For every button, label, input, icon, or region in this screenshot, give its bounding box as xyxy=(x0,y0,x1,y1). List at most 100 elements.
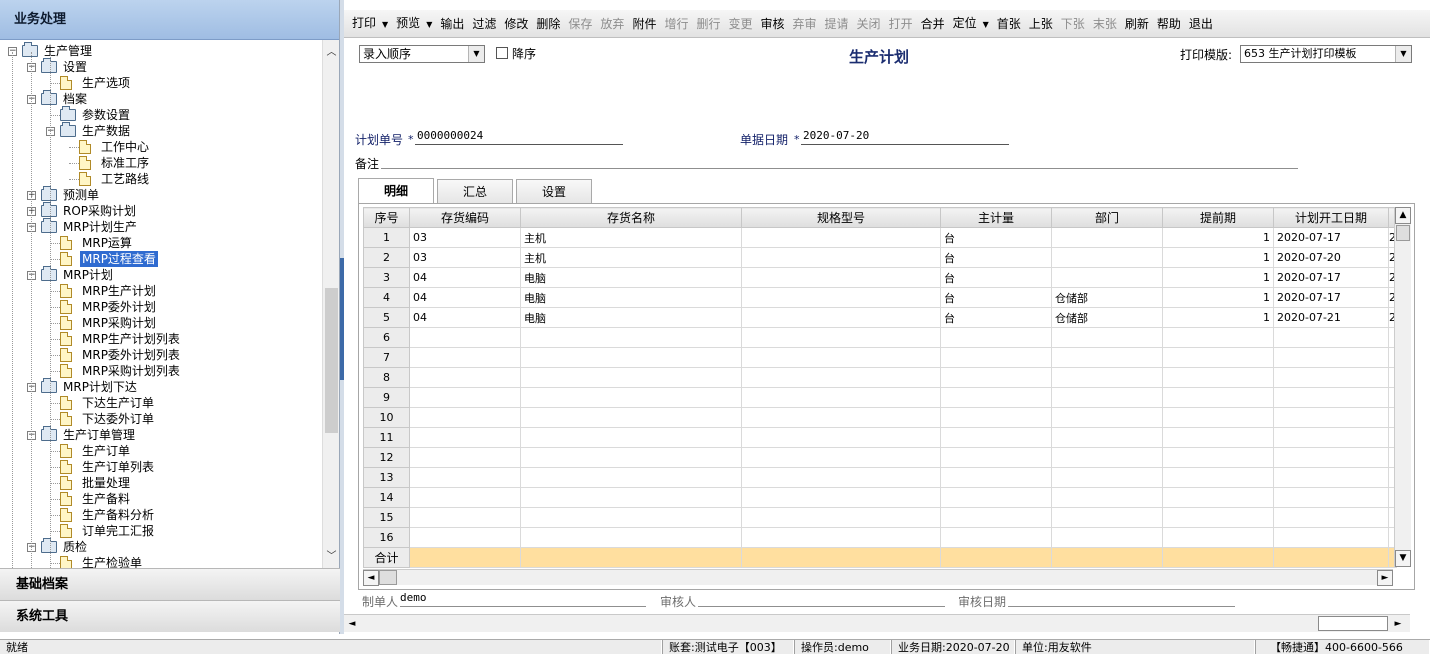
table-cell[interactable] xyxy=(741,387,941,408)
nav-system-tools[interactable]: 系统工具 xyxy=(0,600,340,632)
tree-node[interactable]: − 生产数据 xyxy=(0,122,322,139)
scroll-right-icon[interactable]: ► xyxy=(1377,570,1393,586)
save-button[interactable]: 保存 xyxy=(564,10,596,38)
table-cell[interactable]: 电脑 xyxy=(520,267,742,288)
table-cell[interactable]: 2020-07-17 xyxy=(1273,227,1389,248)
table-cell[interactable] xyxy=(520,347,742,368)
table-cell[interactable]: 2020-07-17 xyxy=(1273,267,1389,288)
tree-node-label[interactable]: 批量处理 xyxy=(80,475,132,491)
table-cell[interactable] xyxy=(1051,447,1163,468)
table-row[interactable]: 4 04 电脑台仓储部 1 2020-07-17 2 xyxy=(363,287,1397,308)
table-cell[interactable] xyxy=(741,467,941,488)
tree-node[interactable]: 下达生产订单 xyxy=(0,395,322,411)
add-row-button[interactable]: 增行 xyxy=(660,10,692,38)
tree-node[interactable]: MRP采购计划 xyxy=(0,315,322,331)
table-cell[interactable] xyxy=(940,347,1052,368)
table-row[interactable]: 8 xyxy=(363,367,1397,388)
tree-node-label[interactable]: 生产订单列表 xyxy=(80,459,156,475)
audit-button[interactable]: 审核 xyxy=(757,10,789,38)
table-cell[interactable] xyxy=(409,447,521,468)
change-button[interactable]: 变更 xyxy=(724,10,756,38)
close-button[interactable]: 关闭 xyxy=(853,10,885,38)
table-cell[interactable]: 台 xyxy=(940,307,1052,328)
table-cell[interactable] xyxy=(1162,487,1274,508)
tree-node-label[interactable]: 生产备料 xyxy=(80,491,132,507)
tree-node[interactable]: 生产订单列表 xyxy=(0,459,322,475)
tree-node[interactable]: − MRP计划生产 xyxy=(0,218,322,235)
tree-node[interactable]: 订单完工汇报 xyxy=(0,523,322,539)
table-cell[interactable]: 03 xyxy=(409,227,521,248)
open-button[interactable]: 打开 xyxy=(885,10,917,38)
tree-node-label[interactable]: ROP采购计划 xyxy=(61,203,138,219)
merge-button[interactable]: 合并 xyxy=(917,10,949,38)
doc-date-field[interactable]: 2020-07-20 xyxy=(801,129,1009,145)
column-header[interactable]: 存货编码 xyxy=(409,207,521,228)
table-cell[interactable] xyxy=(741,507,941,528)
sort-order-select[interactable]: 录入顺序 ▼ xyxy=(359,45,485,63)
filter-button[interactable]: 过滤 xyxy=(468,10,500,38)
locate-button[interactable]: 定位 ▼ xyxy=(949,9,993,39)
table-cell[interactable] xyxy=(940,447,1052,468)
column-header[interactable]: 序号 xyxy=(363,207,410,228)
tree-node[interactable]: MRP采购计划列表 xyxy=(0,363,322,379)
scroll-down-icon[interactable]: ▼ xyxy=(1395,550,1411,567)
column-header[interactable]: 提前期 xyxy=(1162,207,1274,228)
table-cell[interactable] xyxy=(741,427,941,448)
tree-node-label[interactable]: 工艺路线 xyxy=(99,171,151,187)
tree-node[interactable]: 生产订单 xyxy=(0,443,322,459)
table-cell[interactable] xyxy=(1273,387,1389,408)
table-cell[interactable] xyxy=(741,267,941,288)
tree-node-label[interactable]: MRP生产计划列表 xyxy=(80,331,182,347)
tab-settings[interactable]: 设置 xyxy=(516,179,592,203)
tree-node-label[interactable]: MRP生产计划 xyxy=(80,283,158,299)
tab-detail[interactable]: 明细 xyxy=(358,178,434,203)
table-cell[interactable] xyxy=(741,487,941,508)
table-cell[interactable] xyxy=(1162,447,1274,468)
table-cell[interactable]: 仓储部 xyxy=(1051,287,1163,308)
table-cell[interactable] xyxy=(409,527,521,548)
table-cell[interactable] xyxy=(940,387,1052,408)
table-cell[interactable] xyxy=(940,507,1052,528)
help-button[interactable]: 帮助 xyxy=(1153,10,1185,38)
table-cell[interactable] xyxy=(940,527,1052,548)
tab-summary[interactable]: 汇总 xyxy=(437,179,513,203)
table-cell[interactable] xyxy=(409,487,521,508)
table-row[interactable]: 7 xyxy=(363,347,1397,368)
table-row[interactable]: 3 04 电脑台 1 2020-07-17 2 xyxy=(363,267,1397,288)
table-cell[interactable] xyxy=(1162,327,1274,348)
table-cell[interactable] xyxy=(409,327,521,348)
tree-node[interactable]: − 生产订单管理 xyxy=(0,426,322,443)
table-cell[interactable] xyxy=(741,227,941,248)
tree-node[interactable]: 生产备料分析 xyxy=(0,507,322,523)
first-button[interactable]: 首张 xyxy=(993,10,1025,38)
table-cell[interactable] xyxy=(520,327,742,348)
print-template-select[interactable]: 653 生产计划打印模板 ▼ xyxy=(1240,45,1412,63)
delete-button[interactable]: 删除 xyxy=(532,10,564,38)
unaudit-button[interactable]: 弃审 xyxy=(789,10,821,38)
table-row[interactable]: 5 04 电脑台仓储部 1 2020-07-21 2 xyxy=(363,307,1397,328)
grid-vscroll-thumb[interactable] xyxy=(1396,225,1410,241)
dropdown-arrow-icon[interactable]: ▼ xyxy=(382,20,388,29)
tree-node-label[interactable]: MRP采购计划列表 xyxy=(80,363,182,379)
table-cell[interactable] xyxy=(1162,367,1274,388)
table-cell[interactable] xyxy=(1162,527,1274,548)
discard-button[interactable]: 放弃 xyxy=(596,10,628,38)
column-header[interactable]: 部门 xyxy=(1051,207,1163,228)
table-cell[interactable] xyxy=(1273,427,1389,448)
tree-scrollbar[interactable]: ︿ ﹀ xyxy=(322,40,339,568)
grid-hscroll-thumb[interactable] xyxy=(379,570,397,585)
tree-node[interactable]: MRP生产计划 xyxy=(0,283,322,299)
scroll-down-icon[interactable]: ﹀ xyxy=(323,548,340,565)
table-cell[interactable]: 电脑 xyxy=(520,307,742,328)
table-cell[interactable] xyxy=(940,327,1052,348)
table-cell[interactable]: 1 xyxy=(1162,267,1274,288)
dropdown-arrow-icon[interactable]: ▼ xyxy=(983,20,989,29)
tree-node[interactable]: 生产选项 xyxy=(0,75,322,91)
business-panel-header[interactable]: 业务处理 xyxy=(0,0,339,40)
plan-no-field[interactable]: 0000000024 xyxy=(415,129,623,145)
table-cell[interactable] xyxy=(1273,507,1389,528)
table-cell[interactable] xyxy=(1051,247,1163,268)
table-cell[interactable]: 主机 xyxy=(520,227,742,248)
nav-basic-archives[interactable]: 基础档案 xyxy=(0,568,340,600)
table-cell[interactable] xyxy=(741,447,941,468)
